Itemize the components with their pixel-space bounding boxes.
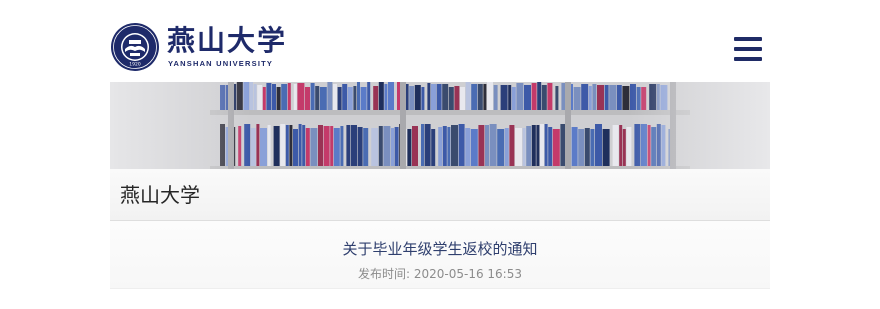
site-header: 1920 燕山大学 YANSHAN UNIVERSITY bbox=[110, 14, 770, 82]
publish-time-label: 发布时间: bbox=[358, 267, 414, 281]
university-name-english: YANSHAN UNIVERSITY bbox=[168, 59, 274, 68]
site-title-bar: 燕山大学 bbox=[110, 169, 770, 221]
publish-date: 2020-05-16 16:53 bbox=[413, 267, 522, 281]
publish-time: 发布时间: 2020-05-16 16:53 bbox=[110, 266, 770, 282]
article-card: 关于毕业年级学生返校的通知 发布时间: 2020-05-16 16:53 bbox=[110, 221, 770, 289]
university-name-logo: 燕山大学 bbox=[167, 24, 288, 57]
article-title-link[interactable]: 关于毕业年级学生返校的通知 bbox=[110, 239, 770, 259]
hamburger-menu-icon[interactable] bbox=[734, 37, 762, 61]
university-seal-logo: 1920 bbox=[111, 23, 159, 71]
seal-year: 1920 bbox=[129, 62, 141, 68]
site-title: 燕山大学 bbox=[120, 183, 200, 207]
library-banner-image bbox=[110, 82, 770, 169]
